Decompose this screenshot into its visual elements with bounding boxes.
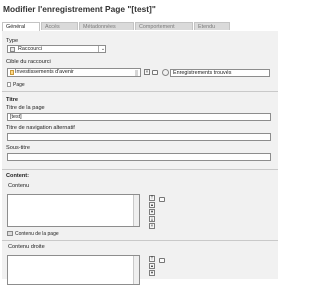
shortcut-target-label: Cible du raccourci [6, 59, 51, 65]
move-down-button[interactable]: ▾ [149, 270, 155, 276]
search-icon [162, 69, 169, 76]
nav-title-input[interactable] [7, 133, 271, 141]
shortcut-type-icon [10, 47, 15, 52]
list-scrollbar[interactable] [135, 70, 138, 76]
contenu-droite-list[interactable] [7, 255, 140, 285]
contenu-droite-scrollbar[interactable] [133, 256, 139, 284]
move-up-button[interactable]: ▴ [149, 202, 155, 208]
tab-etendu[interactable]: Etendu [194, 22, 230, 30]
page-doc-icon [7, 82, 11, 87]
contenu-label: Contenu [8, 183, 30, 189]
shortcut-target-list[interactable]: Investissements d'avenir [7, 68, 141, 77]
tab-metadonnees[interactable]: Métadonnées [79, 22, 134, 30]
remove-item-button[interactable]: × [144, 69, 150, 75]
page-link[interactable]: Page [13, 82, 25, 88]
remove-item-button[interactable]: × [149, 223, 155, 229]
nav-title-label: Titre de navigation alternatif [6, 125, 75, 131]
contenu-droite-label: Contenu droite [8, 244, 45, 250]
folder-browse-icon[interactable] [152, 70, 158, 75]
move-down-button[interactable]: ▾ [149, 209, 155, 215]
section-divider [2, 91, 278, 92]
move-top-button[interactable]: ⤒ [149, 195, 155, 201]
type-label: Type [6, 38, 19, 44]
type-select[interactable]: Raccourci ⌄ [7, 45, 106, 53]
content-element-icon [7, 231, 13, 236]
contenu-page-link[interactable]: Contenu de la page [15, 231, 59, 237]
contenu-list[interactable] [7, 194, 140, 227]
tab-acces[interactable]: Accès [41, 22, 78, 30]
folder-browse-icon[interactable] [159, 258, 165, 263]
move-up-button[interactable]: ▴ [149, 263, 155, 269]
move-bottom-button[interactable]: ⤓ [149, 216, 155, 222]
shortcut-target-selected: Investissements d'avenir [15, 69, 74, 75]
chevron-down-icon: ⌄ [98, 46, 107, 52]
page-title-label: Titre de la page [6, 105, 45, 111]
content-heading: Content: [6, 173, 29, 179]
titre-heading: Titre [6, 97, 19, 103]
type-select-value: Raccourci [18, 46, 42, 52]
page-title: Modifier l'enregistrement Page "[test]" [3, 4, 156, 14]
subtitle-label: Sous-titre [6, 145, 30, 151]
section-divider [2, 169, 278, 170]
page-title-input[interactable]: [test] [7, 113, 271, 121]
tab-general[interactable]: Général [2, 22, 40, 31]
section-divider [2, 240, 278, 241]
tab-comportement[interactable]: Comportement [135, 22, 193, 30]
page-icon [10, 70, 14, 75]
form-panel: Type Raccourci ⌄ Cible du raccourci Inve… [2, 31, 278, 285]
move-top-button[interactable]: ⤒ [149, 256, 155, 262]
contenu-scrollbar[interactable] [133, 195, 139, 226]
subtitle-input[interactable] [7, 153, 271, 161]
folder-browse-icon[interactable] [159, 197, 165, 202]
record-search-input[interactable]: Enregistrements trouvés [170, 69, 270, 77]
